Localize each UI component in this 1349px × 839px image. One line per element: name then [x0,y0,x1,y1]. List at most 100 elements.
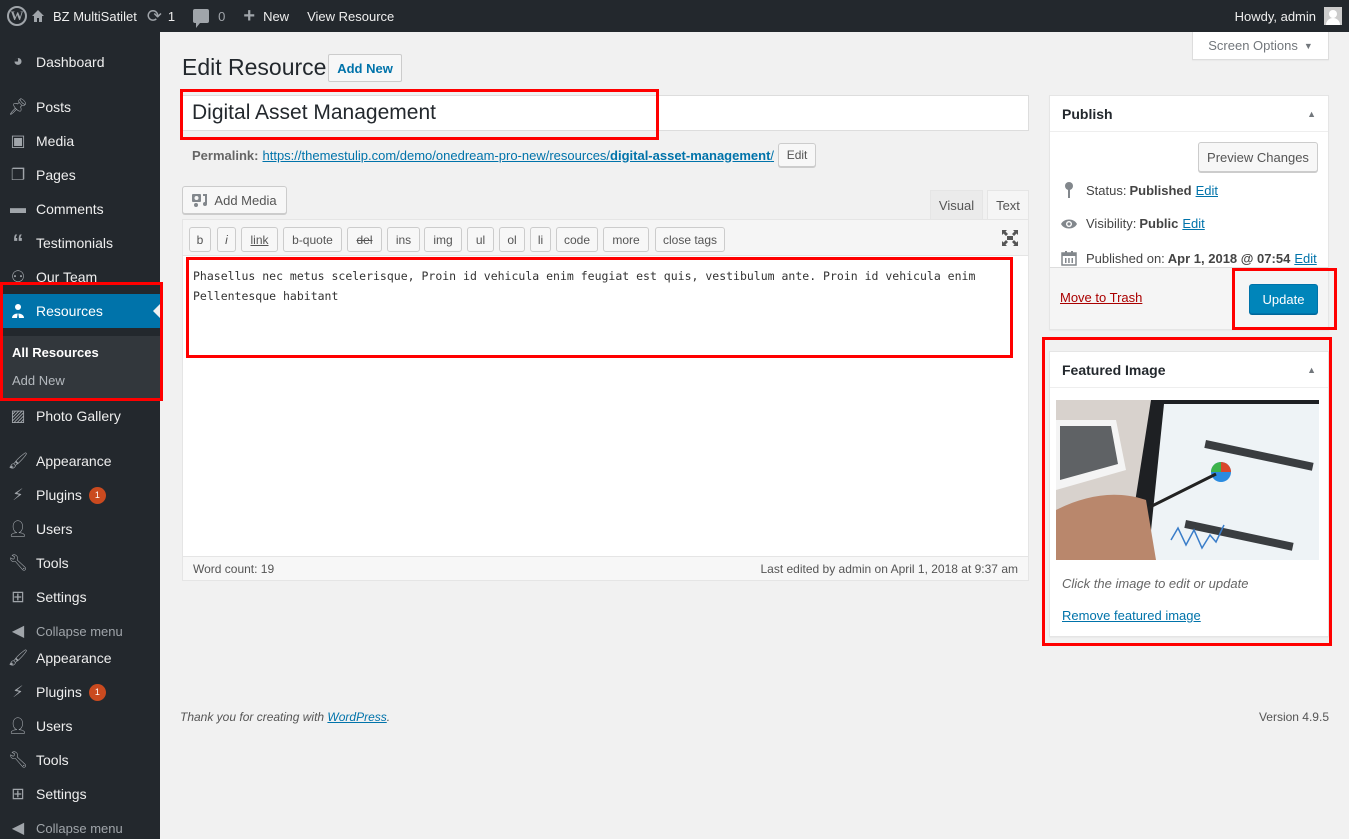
quicktag-ol-button[interactable]: ol [499,227,525,252]
sidebar-item-settings[interactable]: ⊞ Settings [0,777,160,811]
quicktag-label: b-quote [292,232,333,247]
sidebar-item-plugins[interactable]: ⚡︎ Plugins 1 [0,478,160,512]
edit-status-link[interactable]: Edit [1196,183,1218,198]
sidebar-item-appearance[interactable]: 🖌︎ Appearance [0,444,160,478]
pages-icon: ❐ [10,167,26,184]
collapse-menu-button[interactable]: ◀ Collapse menu [0,811,160,839]
submenu-all-resources[interactable]: All Resources [12,345,99,360]
visibility-row: Visibility: Public Edit [1060,216,1205,231]
quicktag-label: more [612,232,640,247]
last-edited: Last edited by admin on April 1, 2018 at… [760,561,1018,576]
move-to-trash-link[interactable]: Move to Trash [1060,290,1142,305]
sidebar-item-label: Testimonials [36,235,114,251]
quicktag-ins-button[interactable]: ins [387,227,420,252]
sidebar-item-appearance[interactable]: 🖌︎ Appearance [0,641,160,675]
sidebar-item-label: Posts [36,99,72,115]
sidebar-item-label: Comments [36,201,104,217]
add-new-button[interactable]: Add New [328,54,402,82]
dashboard-icon: ◕ [13,53,23,70]
main-content: Screen Options ▼ Edit Resource Add New D… [160,32,1349,839]
remove-featured-image-link[interactable]: Remove featured image [1062,608,1201,623]
screen-options-button[interactable]: Screen Options ▼ [1192,32,1329,60]
update-button[interactable]: Update [1249,284,1318,314]
permalink-trail: / [770,147,775,163]
users-icon: 👤︎ [7,521,29,538]
quicktag-italic-button[interactable]: i [217,227,236,252]
quicktag-label: ol [507,232,517,247]
sidebar-item-posts[interactable]: 📌︎ Posts [0,90,160,124]
submenu-add-new[interactable]: Add New [12,373,65,388]
sidebar-item-pages[interactable]: ❐ Pages [0,158,160,192]
post-title-input[interactable]: Digital Asset Management [182,95,1029,131]
sidebar-item-settings[interactable]: ⊞ Settings [0,580,160,614]
publish-header[interactable]: Publish ▲ [1050,96,1328,132]
view-resource-link[interactable]: View Resource [307,0,394,32]
content-textarea[interactable]: Phasellus nec metus scelerisque, Proin i… [193,266,1013,306]
sidebar-item-label: Users [36,718,73,734]
footer-thanks-text: Thank you for creating with [180,710,328,724]
footer-period: . [386,710,391,724]
quicktag-ul-button[interactable]: ul [467,227,494,252]
quicktag-li-button[interactable]: li [530,227,551,252]
updates-count: 1 [167,8,176,24]
featured-image-thumbnail[interactable] [1056,400,1319,560]
sidebar-item-users[interactable]: 👤︎ Users [0,709,160,743]
quicktag-label: b [196,232,204,247]
edit-permalink-button[interactable]: Edit [778,143,817,167]
sidebar-item-dashboard[interactable]: ◕ Dashboard [0,45,160,79]
preview-changes-button[interactable]: Preview Changes [1198,142,1318,172]
sidebar-item-testimonials[interactable]: “ Testimonials [0,226,160,260]
published-label: Published on: [1086,250,1165,266]
permalink-slug: digital-asset-management [610,147,771,163]
collapse-arrow-icon[interactable]: ▲ [1307,365,1316,375]
edit-visibility-link[interactable]: Edit [1182,216,1204,231]
sidebar-item-label: Tools [36,752,69,768]
sidebar-item-resources[interactable]: Resources [0,294,160,328]
tab-text[interactable]: Text [987,190,1029,219]
quicktag-close-tags-button[interactable]: close tags [655,227,725,252]
featured-image-header[interactable]: Featured Image ▲ [1050,352,1328,388]
new-content-link[interactable]: + New [243,0,307,32]
plugin-update-badge: 1 [88,683,106,701]
wrench-icon: 🔧︎ [7,555,29,572]
sidebar-item-our-team[interactable]: ⚇ Our Team [0,260,160,294]
comments-link[interactable]: 0 [193,0,243,32]
updates-link[interactable]: ⟳ 1 [147,0,193,32]
quicktag-img-button[interactable]: img [424,227,462,252]
eye-icon [1060,218,1078,230]
quicktag-bquote-button[interactable]: b-quote [283,227,342,252]
add-media-button[interactable]: Add Media [182,186,287,214]
view-resource-label: View Resource [307,8,395,24]
quicktag-bold-button[interactable]: b [189,227,211,252]
sidebar-item-users[interactable]: 👤︎ Users [0,512,160,546]
quicktag-label: li [537,232,544,247]
quicktag-label: del [356,232,373,247]
wrench-icon: 🔧︎ [7,752,29,769]
wordpress-logo-menu[interactable]: W [0,0,27,32]
permalink-label: Permalink: [192,147,259,163]
quicktag-del-button[interactable]: del [347,227,382,252]
permalink-link[interactable]: https://themestulip.com/demo/onedream-pr… [262,148,774,163]
plugins-icon: ⚡︎ [12,487,24,504]
sidebar-item-label: Appearance [36,650,112,666]
sidebar-item-tools[interactable]: 🔧︎ Tools [0,546,160,580]
sidebar-item-label: Plugins [36,684,82,700]
sidebar-item-photo-gallery[interactable]: ▨ Photo Gallery [0,399,160,433]
quicktag-more-button[interactable]: more [603,227,649,252]
sidebar-item-media[interactable]: ▣ Media [0,124,160,158]
quicktag-code-button[interactable]: code [556,227,598,252]
site-name-link[interactable]: BZ MultiSatilet [27,0,147,32]
sidebar-item-comments[interactable]: ▬ Comments [0,192,160,226]
quicktag-link-button[interactable]: link [241,227,278,252]
my-account-menu[interactable]: Howdy, admin [1235,0,1342,32]
calendar-icon [1060,250,1078,266]
sidebar-item-plugins[interactable]: ⚡︎ Plugins 1 [0,675,160,709]
edit-date-link[interactable]: Edit [1294,251,1316,266]
quicktag-label: code [563,232,591,247]
collapse-arrow-icon[interactable]: ▲ [1307,109,1316,119]
screen-options-label: Screen Options [1208,38,1298,53]
fullscreen-icon[interactable] [1002,230,1018,246]
wordpress-link[interactable]: WordPress [327,710,386,724]
sidebar-item-tools[interactable]: 🔧︎ Tools [0,743,160,777]
tab-visual[interactable]: Visual [930,190,983,219]
